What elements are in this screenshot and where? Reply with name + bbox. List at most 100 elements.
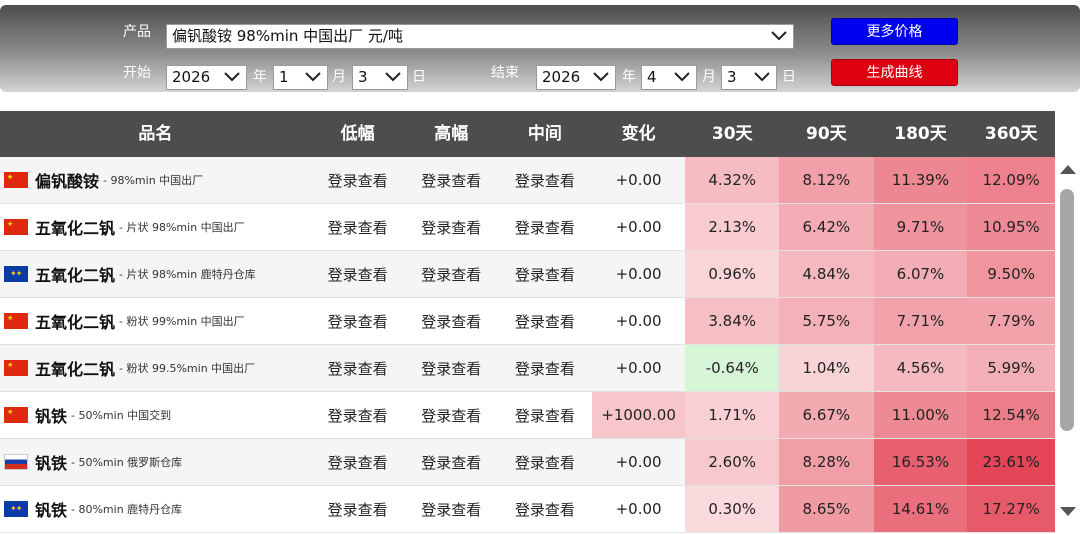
change-90d: 4.84% <box>779 251 874 297</box>
change-360d: 12.54% <box>967 392 1055 438</box>
table-scrollbar[interactable] <box>1056 157 1080 534</box>
month-unit: 月 <box>332 69 346 85</box>
scroll-down-arrow-icon[interactable] <box>1060 507 1076 516</box>
change-30d: 2.13% <box>685 204 780 250</box>
end-day-value: 3 <box>727 68 737 86</box>
scrollbar-thumb[interactable] <box>1060 189 1074 431</box>
low-price-login-link[interactable]: 登录查看 <box>311 392 405 438</box>
chevron-down-icon <box>385 72 401 82</box>
product-name[interactable]: 五氧化二钒 <box>35 309 115 333</box>
change-90d: 8.65% <box>779 486 874 532</box>
product-spec: - 50%min 俄罗斯仓库 <box>71 456 183 469</box>
product-name[interactable]: 钒铁 <box>35 450 67 474</box>
product-spec: - 片状 98%min 鹿特丹仓库 <box>119 268 256 281</box>
low-price-login-link[interactable]: 登录查看 <box>311 251 405 297</box>
start-year-value: 2026 <box>172 68 211 86</box>
high-price-login-link[interactable]: 登录查看 <box>404 439 498 485</box>
mid-price-login-link[interactable]: 登录查看 <box>498 345 592 391</box>
column-header-low: 低幅 <box>340 124 375 144</box>
end-month-select[interactable]: 4 <box>641 65 697 90</box>
column-header-30d: 30天 <box>711 124 753 144</box>
low-price-login-link[interactable]: 登录查看 <box>311 157 405 203</box>
start-day-value: 3 <box>358 68 368 86</box>
high-price-login-link[interactable]: 登录查看 <box>404 204 498 250</box>
change-30d: 1.71% <box>685 392 780 438</box>
column-header-360d: 360天 <box>984 124 1038 144</box>
table-row: ✦✦ 五氧化二钒 - 片状 98%min 鹿特丹仓库 登录查看 登录查看 登录查看 +0.0… <box>0 251 1055 298</box>
generate-chart-button[interactable]: 生成曲线 <box>831 59 958 86</box>
eu-flag-icon: ✦✦ <box>4 266 28 282</box>
high-price-login-link[interactable]: 登录查看 <box>404 345 498 391</box>
start-year-select[interactable]: 2026 <box>166 65 247 90</box>
change-360d: 23.61% <box>967 439 1055 485</box>
product-select[interactable]: 偏钒酸铵 98%min 中国出厂 元/吨 <box>166 24 794 49</box>
mid-price-login-link[interactable]: 登录查看 <box>498 251 592 297</box>
mid-price-login-link[interactable]: 登录查看 <box>498 157 592 203</box>
product-select-value: 偏钒酸铵 98%min 中国出厂 元/吨 <box>172 27 403 45</box>
eu-flag-icon: ✦✦ <box>4 501 28 517</box>
low-price-login-link[interactable]: 登录查看 <box>311 204 405 250</box>
product-name-cell[interactable]: ★ 五氧化二钒 - 片状 98%min 中国出厂 <box>0 204 311 250</box>
low-price-login-link[interactable]: 登录查看 <box>311 439 405 485</box>
high-price-login-link[interactable]: 登录查看 <box>404 157 498 203</box>
column-header-90d: 90天 <box>806 124 847 144</box>
product-name[interactable]: 钒铁 <box>35 403 67 427</box>
mid-price-login-link[interactable]: 登录查看 <box>498 392 592 438</box>
product-name-cell[interactable]: ★ 钒铁 - 50%min 中国交到 <box>0 392 311 438</box>
chevron-down-icon <box>593 72 609 82</box>
product-name[interactable]: 五氧化二钒 <box>35 215 115 239</box>
column-header-change: 变化 <box>621 124 656 144</box>
high-price-login-link[interactable]: 登录查看 <box>404 251 498 297</box>
change-180d: 4.56% <box>873 345 968 391</box>
chevron-down-icon <box>754 72 770 82</box>
year-unit: 年 <box>622 69 636 85</box>
mid-price-login-link[interactable]: 登录查看 <box>498 486 592 532</box>
change-30d: 3.84% <box>685 298 780 344</box>
low-price-login-link[interactable]: 登录查看 <box>311 298 405 344</box>
scroll-up-arrow-icon[interactable] <box>1060 165 1076 174</box>
product-name[interactable]: 五氧化二钒 <box>35 356 115 380</box>
mid-price-login-link[interactable]: 登录查看 <box>498 298 592 344</box>
chevron-down-icon <box>674 72 690 82</box>
chevron-down-icon <box>305 72 321 82</box>
product-name[interactable]: 钒铁 <box>35 497 67 521</box>
end-day-select[interactable]: 3 <box>721 65 777 90</box>
more-prices-button[interactable]: 更多价格 <box>831 18 958 45</box>
product-name[interactable]: 偏钒酸铵 <box>35 168 99 192</box>
change-360d: 12.09% <box>967 157 1055 203</box>
day-unit: 日 <box>782 69 796 85</box>
table-row: ★ 钒铁 - 50%min 中国交到 登录查看 登录查看 登录查看 +1000.00 1.71… <box>0 392 1055 439</box>
product-name-cell[interactable]: ✦✦ 钒铁 - 80%min 鹿特丹仓库 <box>0 486 311 532</box>
low-price-login-link[interactable]: 登录查看 <box>311 345 405 391</box>
product-spec: - 50%min 中国交到 <box>71 409 172 422</box>
change-360d: 7.79% <box>967 298 1055 344</box>
change-90d: 5.75% <box>779 298 874 344</box>
change-value: +0.00 <box>615 171 662 189</box>
product-name-cell[interactable]: ★ 五氧化二钒 - 粉状 99%min 中国出厂 <box>0 298 311 344</box>
change-value: +0.00 <box>615 359 662 377</box>
china-flag-icon: ★ <box>4 172 28 188</box>
product-name-cell[interactable]: ★ 五氧化二钒 - 粉状 99.5%min 中国出厂 <box>0 345 311 391</box>
product-name[interactable]: 五氧化二钒 <box>35 262 115 286</box>
high-price-login-link[interactable]: 登录查看 <box>404 298 498 344</box>
change-30d: 2.60% <box>685 439 780 485</box>
product-name-cell[interactable]: ✦✦ 五氧化二钒 - 片状 98%min 鹿特丹仓库 <box>0 251 311 297</box>
start-month-select[interactable]: 1 <box>273 65 328 90</box>
column-header-mid: 中间 <box>527 124 562 144</box>
china-flag-icon: ★ <box>4 219 28 235</box>
table-row: ★ 五氧化二钒 - 粉状 99.5%min 中国出厂 登录查看 登录查看 登录查看 +0.0… <box>0 345 1055 392</box>
mid-price-login-link[interactable]: 登录查看 <box>498 439 592 485</box>
start-month-value: 1 <box>279 68 289 86</box>
product-name-cell[interactable]: ★ 偏钒酸铵 - 98%min 中国出厂 <box>0 157 311 203</box>
year-unit: 年 <box>253 69 267 85</box>
mid-price-login-link[interactable]: 登录查看 <box>498 204 592 250</box>
table-row: ★ 偏钒酸铵 - 98%min 中国出厂 登录查看 登录查看 登录查看 +0.00 4.32%… <box>0 157 1055 204</box>
high-price-login-link[interactable]: 登录查看 <box>404 486 498 532</box>
product-name-cell[interactable]: 钒铁 - 50%min 俄罗斯仓库 <box>0 439 311 485</box>
end-year-select[interactable]: 2026 <box>536 65 616 90</box>
start-day-select[interactable]: 3 <box>352 65 408 90</box>
low-price-login-link[interactable]: 登录查看 <box>311 486 405 532</box>
table-row: ★ 五氧化二钒 - 粉状 99%min 中国出厂 登录查看 登录查看 登录查看 +0.00 3… <box>0 298 1055 345</box>
high-price-login-link[interactable]: 登录查看 <box>404 392 498 438</box>
russia-flag-icon <box>4 454 28 470</box>
